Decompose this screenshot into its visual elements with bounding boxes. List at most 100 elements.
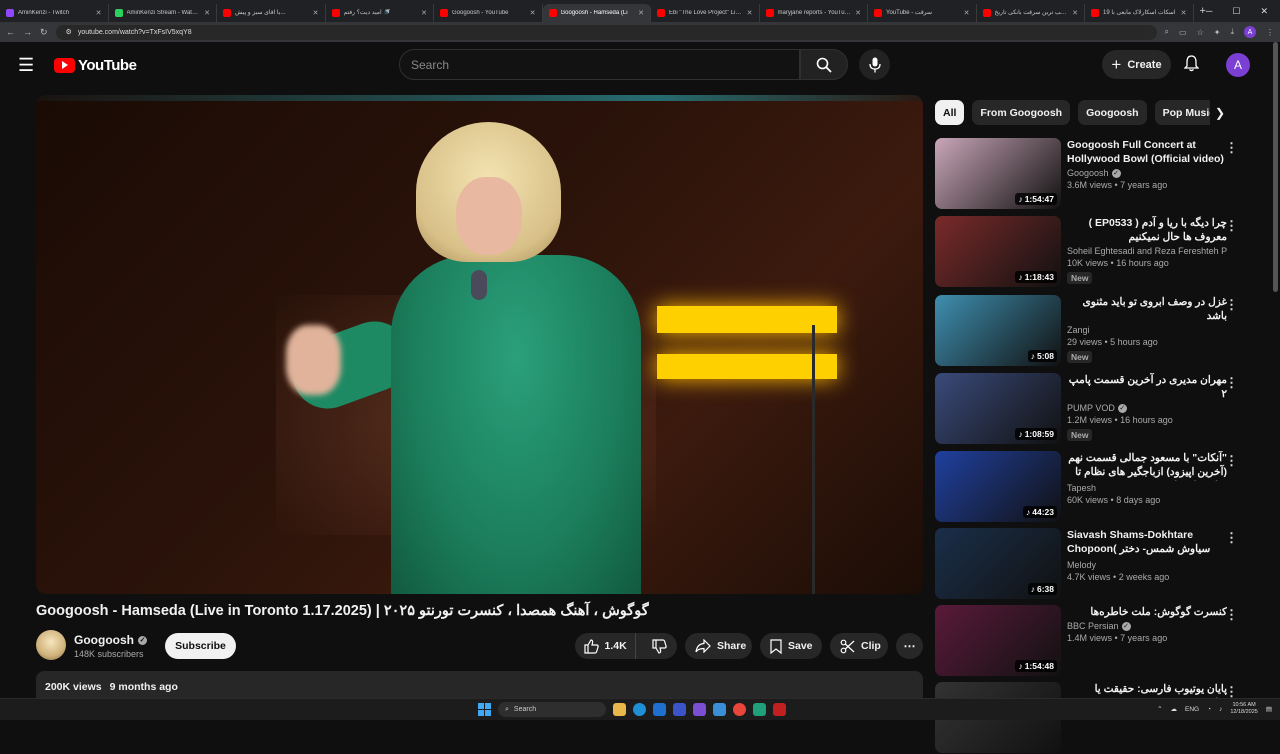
- tray-chevron-icon[interactable]: ⌃: [1157, 705, 1162, 713]
- tab-close-icon[interactable]: ✕: [747, 9, 753, 17]
- minimize-icon[interactable]: ─: [1206, 6, 1212, 17]
- volume-icon[interactable]: ♪: [1219, 706, 1222, 713]
- filter-chip[interactable]: Googoosh: [1078, 100, 1147, 125]
- more-options-icon[interactable]: ⋮: [1225, 453, 1238, 469]
- app-icon-4[interactable]: [773, 703, 786, 716]
- save-button[interactable]: Save: [760, 633, 822, 659]
- browser-tab[interactable]: Googoosh - YouTube ✕: [434, 3, 543, 22]
- tab-close-icon[interactable]: ✕: [530, 9, 536, 17]
- recommendation-channel[interactable]: BBC Persian: [1067, 621, 1119, 631]
- notifications-bell-icon[interactable]: [1183, 55, 1200, 75]
- menu-icon[interactable]: ☰: [18, 55, 36, 76]
- language-indicator[interactable]: ENG: [1185, 706, 1199, 713]
- windows-start-icon[interactable]: [478, 703, 491, 716]
- recommendation-title[interactable]: کنسرت گوگوش: ملت خاطره‌ها: [1067, 605, 1227, 619]
- recommendation-channel[interactable]: Melody: [1067, 560, 1096, 570]
- browser-tab[interactable]: YouTube - سرقت ✕: [868, 3, 977, 22]
- downloads-icon[interactable]: ⤓: [1230, 27, 1234, 37]
- site-info-icon[interactable]: ⚙: [66, 28, 72, 36]
- recommendation-item[interactable]: ♪ 1:54:47 Googoosh Full Concert at Hollywo…: [935, 138, 1245, 210]
- browser-tab[interactable]: امید دیت؟ رفتم 🚿 ✕: [326, 3, 434, 22]
- recommendation-title[interactable]: "آنکات" با مسعود جمالی قسمت نهم (آخرین ا…: [1067, 451, 1227, 481]
- recommendation-item[interactable]: ♪ 1:08:59 مهران مدیری در آخرین قسمت پامپ ۲…: [935, 373, 1245, 445]
- tab-close-icon[interactable]: ✕: [1181, 9, 1187, 17]
- more-options-icon[interactable]: ⋮: [1225, 530, 1238, 546]
- maximize-icon[interactable]: ☐: [1232, 6, 1240, 17]
- more-options-icon[interactable]: ⋮: [1225, 218, 1238, 234]
- page-scrollbar[interactable]: [1273, 42, 1278, 292]
- edge-browser-icon[interactable]: [633, 703, 646, 716]
- more-actions-icon[interactable]: ⋯: [896, 633, 923, 659]
- subscribe-button[interactable]: Subscribe: [165, 633, 236, 659]
- chevron-right-icon[interactable]: ❯: [1210, 100, 1230, 125]
- tab-close-icon[interactable]: ✕: [855, 9, 861, 17]
- vscode-icon[interactable]: [673, 703, 686, 716]
- tab-close-icon[interactable]: ✕: [204, 9, 210, 17]
- reload-icon[interactable]: ↻: [40, 27, 48, 38]
- app-icon[interactable]: [693, 703, 706, 716]
- app-icon-2[interactable]: [713, 703, 726, 716]
- channel-name-row[interactable]: Googoosh ✓: [74, 633, 147, 647]
- channel-name[interactable]: Googoosh: [74, 633, 134, 647]
- browser-tab[interactable]: اسکات اسکارلاک مایعی با 19 ✕: [1085, 3, 1194, 22]
- video-player[interactable]: [36, 95, 923, 594]
- video-thumbnail[interactable]: ♪ 1:54:47: [935, 138, 1061, 209]
- browser-menu-icon[interactable]: ⋮: [1266, 28, 1274, 37]
- recommendation-channel[interactable]: Googoosh: [1067, 168, 1109, 178]
- recommendation-title[interactable]: مهران مدیری در آخرین قسمت پامپ ۲: [1067, 373, 1227, 401]
- tab-close-icon[interactable]: ✕: [96, 9, 102, 17]
- description-box[interactable]: 200K views 9 months ago: [36, 671, 923, 701]
- back-icon[interactable]: ←: [6, 27, 15, 37]
- browser-tab[interactable]: maryjane reports - YouTube ✕: [760, 3, 868, 22]
- more-options-icon[interactable]: ⋮: [1225, 375, 1238, 391]
- profile-avatar[interactable]: A: [1244, 26, 1256, 38]
- create-button[interactable]: + Create: [1102, 50, 1171, 79]
- recommendation-item[interactable]: ♪ 6:38 Siavash Shams-Dokhtare Chopoon( سیا…: [935, 528, 1245, 600]
- zoom-icon[interactable]: ⌕: [1165, 27, 1169, 37]
- share-button[interactable]: Share: [685, 633, 752, 659]
- recommendation-item[interactable]: ♪ 1:54:48 کنسرت گوگوش: ملت خاطره‌ها BBC Per…: [935, 605, 1245, 677]
- video-thumbnail[interactable]: ♪ 5:08: [935, 295, 1061, 366]
- wifi-icon[interactable]: ◔: [1207, 706, 1211, 713]
- video-thumbnail[interactable]: ♪ 6:38: [935, 528, 1061, 599]
- browser-tab[interactable]: AminKenzi - Twitch ✕: [0, 3, 109, 22]
- video-thumbnail[interactable]: ♪ 44:23: [935, 451, 1061, 522]
- recommendation-item[interactable]: ♪ 44:23 "آنکات" با مسعود جمالی قسمت نهم (آ…: [935, 451, 1245, 523]
- recommendation-channel[interactable]: Soheil Eghtesadi and Reza Fereshteh PL..…: [1067, 246, 1227, 256]
- video-thumbnail[interactable]: ♪ 1:18:43: [935, 216, 1061, 287]
- more-options-icon[interactable]: ⋮: [1225, 140, 1238, 156]
- youtube-logo[interactable]: YouTube: [54, 57, 137, 74]
- video-thumbnail[interactable]: ♪ 1:54:48: [935, 605, 1061, 676]
- more-options-icon[interactable]: ⋮: [1225, 607, 1238, 623]
- extensions-icon[interactable]: ✦: [1214, 28, 1221, 37]
- voice-search-button[interactable]: [859, 49, 890, 80]
- notification-center-icon[interactable]: ▤: [1266, 705, 1272, 713]
- browser-tab[interactable]: Googoosh - Hamseda (Li ✕: [542, 3, 651, 22]
- taskbar-search[interactable]: ⌕ Search: [498, 702, 606, 717]
- channel-avatar[interactable]: [36, 630, 66, 660]
- filter-chip[interactable]: From Googoosh: [972, 100, 1071, 125]
- recommendation-item[interactable]: ♪ 1:18:43 چرا دیگه با ریا و آدم ( EP0533 )…: [935, 216, 1245, 288]
- clip-button[interactable]: Clip: [830, 633, 888, 659]
- recommendation-title[interactable]: Siavash Shams-Dokhtare Chopoon( سیاوش شم…: [1067, 528, 1227, 558]
- browser-tab[interactable]: AminKenzi Stream - Watch Li ✕: [109, 3, 217, 22]
- tab-close-icon[interactable]: ✕: [313, 9, 319, 17]
- browser-tab[interactable]: با آقای سبز و پیش... ✕: [217, 3, 326, 22]
- clock[interactable]: 10:56 AM 12/18/2025: [1230, 702, 1258, 716]
- like-button[interactable]: 1.4K: [575, 633, 637, 659]
- recommendation-item[interactable]: ♪ 5:08 غزل در وصف ابروی تو باید مثنوی باشد…: [935, 295, 1245, 367]
- address-bar[interactable]: ⚙ youtube.com/watch?v=TxFsIV5xqY8: [55, 24, 1157, 40]
- recommendation-channel[interactable]: Zangi: [1067, 325, 1090, 335]
- recommendation-title[interactable]: غزل در وصف ابروی تو باید مثنوی باشد: [1067, 295, 1227, 323]
- recommendation-channel[interactable]: Tapesh: [1067, 483, 1096, 493]
- recommendation-channel[interactable]: PUMP VOD: [1067, 403, 1115, 413]
- tab-close-icon[interactable]: ✕: [1072, 9, 1078, 17]
- chrome-icon[interactable]: [733, 703, 746, 716]
- filter-chip[interactable]: All: [935, 100, 965, 125]
- browser-tab[interactable]: عجیب ترین سرقت بانکی تاریخ ✕: [977, 3, 1085, 22]
- dislike-button[interactable]: [642, 633, 677, 659]
- store-icon[interactable]: [653, 703, 666, 716]
- bookmark-star-icon[interactable]: ☆: [1197, 28, 1204, 37]
- search-button[interactable]: [800, 49, 848, 80]
- browser-tab[interactable]: Ebi "The Love Project" Live In ✕: [651, 3, 760, 22]
